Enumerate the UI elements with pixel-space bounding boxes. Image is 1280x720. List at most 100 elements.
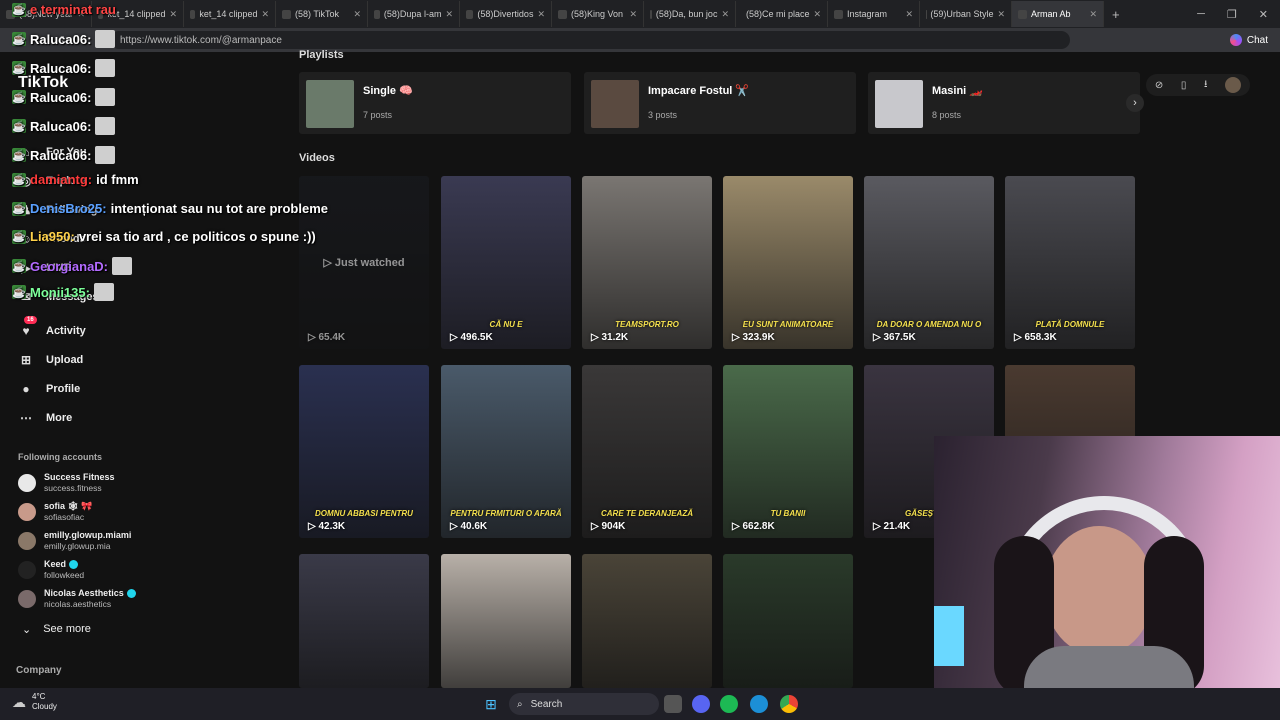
video-caption: EU SUNT ANIMATOARE — [742, 320, 834, 329]
close-tab-icon[interactable]: ✕ — [997, 9, 1005, 20]
taskbar-search[interactable]: ⌕ Search — [509, 693, 659, 715]
video-thumbnail[interactable]: PENTRU FRMITURI O AFARĂ ▷ 40.6K — [441, 365, 571, 538]
following-account[interactable]: Nicolas Aesthetics nicolas.aesthetics — [18, 588, 136, 610]
following-account[interactable]: Keed followkeed — [18, 559, 84, 581]
spotify-icon[interactable] — [720, 695, 738, 713]
view-count-value: 42.3K — [318, 521, 346, 532]
avatar — [18, 532, 36, 550]
tab-label: (58)King Von — [571, 9, 624, 19]
video-caption: DOMNU ABBASI PENTRU — [315, 509, 413, 518]
cat-emote-icon — [95, 146, 116, 164]
browser-tab[interactable]: (58)Divertidos ✕ — [460, 1, 552, 27]
download-icon[interactable]: ⭳ — [1204, 77, 1208, 94]
chat-text: intenționat sau nu tot are probleme — [110, 201, 328, 216]
badge-icon: ☕ — [12, 2, 26, 17]
account-handle: sofiasofiac — [44, 512, 85, 522]
browser-tab[interactable]: (58)King Von ✕ — [552, 1, 644, 27]
play-icon: ▷ — [732, 332, 743, 343]
chrome-icon[interactable] — [780, 695, 798, 713]
browser-tab[interactable]: Instagram ✕ — [828, 1, 920, 27]
close-tab-icon[interactable]: ✕ — [537, 9, 545, 20]
account-name: Nicolas Aesthetics — [44, 588, 124, 598]
close-tab-icon[interactable]: ✕ — [721, 9, 729, 20]
video-caption: DA DOAR O AMENDA NU O — [876, 320, 982, 329]
close-window-icon[interactable]: ✕ — [1259, 8, 1268, 21]
webcam-light — [934, 606, 964, 666]
close-tab-icon[interactable]: ✕ — [1089, 9, 1097, 20]
browser-tab[interactable]: (59)Urban Style ✕ — [920, 1, 1012, 27]
sidebar-item-activity[interactable]: ♥ 16 Activity — [18, 316, 86, 339]
verified-icon — [126, 589, 136, 599]
avatar[interactable] — [1225, 77, 1242, 93]
badge-icon: ☕ — [12, 229, 26, 244]
chat-button[interactable]: Chat — [1229, 34, 1268, 46]
see-more-label: See more — [43, 623, 91, 635]
sidebar-item-upload[interactable]: ⊞ Upload — [18, 352, 83, 368]
cat-emote-icon — [95, 59, 116, 77]
browser-tab[interactable]: (58)Da, bun joc ✕ — [644, 1, 736, 27]
chat-username: DenisBro25: — [30, 201, 107, 216]
view-count-value: 496.5K — [460, 332, 493, 343]
sidebar-item-more[interactable]: ⋯ More — [18, 410, 72, 426]
account-handle: followkeed — [44, 570, 85, 580]
new-tab-button[interactable]: + — [1112, 7, 1120, 22]
chat-message: ☕ Raluca06: — [12, 88, 116, 106]
view-count: ▷ 31.2K — [591, 332, 628, 343]
playlist-count: 3 posts — [648, 110, 678, 120]
verified-icon — [69, 560, 79, 570]
avatar — [18, 474, 36, 492]
chat-text: id fmm — [96, 172, 139, 187]
browser-tab[interactable]: Arman Ab ✕ — [1012, 1, 1104, 27]
following-account[interactable]: Success Fitness success.fitness — [18, 472, 115, 494]
file-explorer-icon[interactable] — [664, 695, 682, 713]
video-thumbnail[interactable]: CĂ NU E ▷ 496.5K — [441, 176, 571, 349]
video-thumbnail[interactable]: PLATĂ DOMNULE ▷ 658.3K — [1005, 176, 1135, 349]
tab-label: (58)Ce mi place — [746, 9, 810, 19]
playlist-thumbnail — [875, 80, 923, 128]
weather-widget[interactable]: ☁ 4°C Cloudy — [12, 692, 57, 712]
tab-favicon-icon — [558, 9, 567, 19]
chat-username: Raluca06: — [30, 60, 92, 76]
playlist-card[interactable]: Impacare Fostul ✂️ 3 posts — [584, 72, 856, 134]
sidebar-item-profile[interactable]: ● Profile — [18, 381, 80, 397]
compass-icon[interactable]: ⊘ — [1155, 80, 1163, 91]
close-tab-icon[interactable]: ✕ — [905, 9, 913, 20]
video-thumbnail[interactable]: TEAMSPORT.RO ▷ 31.2K — [582, 176, 712, 349]
playlists-next-arrow-icon[interactable]: › — [1126, 94, 1144, 112]
video-thumbnail[interactable] — [723, 554, 853, 688]
video-thumbnail[interactable]: CARE TE DERANJEAZĂ ▷ 904K — [582, 365, 712, 538]
phone-icon[interactable]: ▯ — [1181, 80, 1187, 91]
video-thumbnail[interactable] — [299, 554, 429, 688]
browser-tab[interactable]: (58)Ce mi place ✕ — [736, 1, 828, 27]
video-thumbnail[interactable] — [582, 554, 712, 688]
video-thumbnail[interactable] — [441, 554, 571, 688]
video-thumbnail[interactable]: EU SUNT ANIMATOARE ▷ 323.9K — [723, 176, 853, 349]
close-tab-icon[interactable]: ✕ — [814, 9, 822, 20]
video-thumbnail[interactable]: TU BANII ▷ 662.8K — [723, 365, 853, 538]
view-count: ▷ 65.4K — [308, 332, 345, 343]
badge-icon: ☕ — [12, 259, 26, 273]
weather-condition: Cloudy — [32, 702, 57, 711]
windows-start-icon[interactable]: ⊞ — [482, 695, 500, 713]
close-tab-icon[interactable]: ✕ — [629, 9, 637, 20]
video-thumbnail[interactable]: DOMNU ABBASI PENTRU ▷ 42.3K — [299, 365, 429, 538]
playlist-card[interactable]: Masini 🏎️ 8 posts — [868, 72, 1140, 134]
company-link[interactable]: Company — [16, 665, 62, 676]
play-icon: ▷ — [308, 521, 319, 532]
play-icon: ▷ — [591, 332, 602, 343]
tab-favicon-icon — [466, 9, 474, 19]
following-account[interactable]: sofia 🕸 🎀 sofiasofiac — [18, 501, 93, 523]
more-icon: ⋯ — [20, 411, 32, 425]
discord-icon[interactable] — [692, 695, 710, 713]
see-more-button[interactable]: ⌄ See more — [22, 623, 91, 636]
following-accounts-title: Following accounts — [18, 452, 103, 462]
minimize-icon[interactable]: ─ — [1197, 8, 1205, 21]
following-account[interactable]: emilly.glowup.miami emilly.glowup.mia — [18, 530, 131, 552]
edge-icon[interactable] — [750, 695, 768, 713]
maximize-icon[interactable]: ❐ — [1227, 8, 1237, 21]
account-handle: success.fitness — [44, 483, 102, 493]
video-thumbnail[interactable]: DA DOAR O AMENDA NU O ▷ 367.5K — [864, 176, 994, 349]
chat-message: ☕ Raluca06: — [12, 117, 116, 135]
chat-message: ☕ Monii135: — [12, 283, 114, 301]
badge-icon: ☕ — [12, 61, 26, 75]
